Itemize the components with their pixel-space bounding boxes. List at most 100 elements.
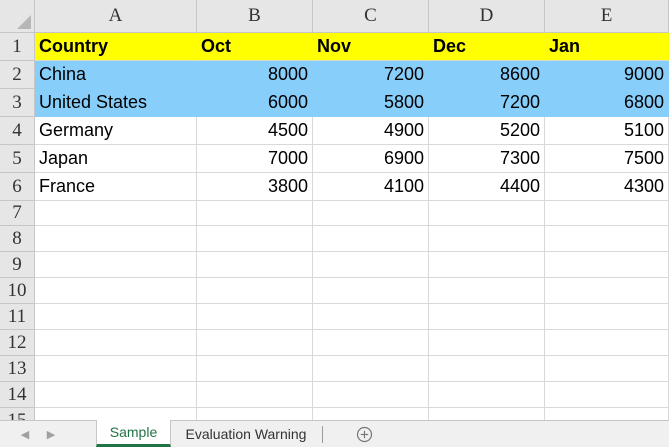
cell-c12[interactable]: [313, 330, 429, 356]
cell-c1[interactable]: Nov: [313, 33, 429, 61]
cell-e5[interactable]: 7500: [545, 145, 669, 173]
cell-d8[interactable]: [429, 226, 545, 252]
column-header-e[interactable]: E: [545, 0, 669, 33]
row-header-8[interactable]: 8: [0, 226, 35, 252]
row-header-11[interactable]: 11: [0, 304, 35, 330]
row-header-15[interactable]: 15: [0, 408, 35, 420]
cell-a14[interactable]: [35, 382, 197, 408]
cell-e13[interactable]: [545, 356, 669, 382]
cell-e6[interactable]: 4300: [545, 173, 669, 201]
cell-e9[interactable]: [545, 252, 669, 278]
row-header-6[interactable]: 6: [0, 173, 35, 201]
cell-c5[interactable]: 6900: [313, 145, 429, 173]
row-header-3[interactable]: 3: [0, 89, 35, 117]
cell-d13[interactable]: [429, 356, 545, 382]
cell-a5[interactable]: Japan: [35, 145, 197, 173]
cell-c6[interactable]: 4100: [313, 173, 429, 201]
cell-d2[interactable]: 8600: [429, 61, 545, 89]
cell-a1[interactable]: Country: [35, 33, 197, 61]
cell-d10[interactable]: [429, 278, 545, 304]
cell-d9[interactable]: [429, 252, 545, 278]
cell-d4[interactable]: 5200: [429, 117, 545, 145]
cell-b5[interactable]: 7000: [197, 145, 313, 173]
chevron-left-icon[interactable]: ◀: [18, 426, 32, 442]
select-all-button[interactable]: [0, 0, 35, 33]
column-header-b[interactable]: B: [197, 0, 313, 33]
cell-a4[interactable]: Germany: [35, 117, 197, 145]
cell-b7[interactable]: [197, 201, 313, 226]
cell-b9[interactable]: [197, 252, 313, 278]
cell-a7[interactable]: [35, 201, 197, 226]
row-header-14[interactable]: 14: [0, 382, 35, 408]
cell-a11[interactable]: [35, 304, 197, 330]
cell-c7[interactable]: [313, 201, 429, 226]
cell-b15[interactable]: [197, 408, 313, 420]
cell-d14[interactable]: [429, 382, 545, 408]
cell-a10[interactable]: [35, 278, 197, 304]
row-header-9[interactable]: 9: [0, 252, 35, 278]
cell-e11[interactable]: [545, 304, 669, 330]
cell-c14[interactable]: [313, 382, 429, 408]
cell-d12[interactable]: [429, 330, 545, 356]
cell-c15[interactable]: [313, 408, 429, 420]
cell-b14[interactable]: [197, 382, 313, 408]
cell-e10[interactable]: [545, 278, 669, 304]
cell-e4[interactable]: 5100: [545, 117, 669, 145]
cell-b6[interactable]: 3800: [197, 173, 313, 201]
cell-c2[interactable]: 7200: [313, 61, 429, 89]
cell-e12[interactable]: [545, 330, 669, 356]
row-header-4[interactable]: 4: [0, 117, 35, 145]
row-header-7[interactable]: 7: [0, 201, 35, 226]
cell-c3[interactable]: 5800: [313, 89, 429, 117]
tab-sample[interactable]: Sample: [96, 420, 171, 447]
cell-c4[interactable]: 4900: [313, 117, 429, 145]
row-header-12[interactable]: 12: [0, 330, 35, 356]
cell-b11[interactable]: [197, 304, 313, 330]
cell-b4[interactable]: 4500: [197, 117, 313, 145]
cell-d5[interactable]: 7300: [429, 145, 545, 173]
cell-a9[interactable]: [35, 252, 197, 278]
cell-a15[interactable]: [35, 408, 197, 420]
cell-e1[interactable]: Jan: [545, 33, 669, 61]
row-header-1[interactable]: 1: [0, 33, 35, 61]
cell-d11[interactable]: [429, 304, 545, 330]
cell-c9[interactable]: [313, 252, 429, 278]
tab-evaluation-warning[interactable]: Evaluation Warning: [172, 420, 320, 447]
cell-e2[interactable]: 9000: [545, 61, 669, 89]
cell-a13[interactable]: [35, 356, 197, 382]
cell-d15[interactable]: [429, 408, 545, 420]
cell-c10[interactable]: [313, 278, 429, 304]
cell-b13[interactable]: [197, 356, 313, 382]
row-header-10[interactable]: 10: [0, 278, 35, 304]
cell-b12[interactable]: [197, 330, 313, 356]
column-header-a[interactable]: A: [35, 0, 197, 33]
column-header-d[interactable]: D: [429, 0, 545, 33]
cell-c8[interactable]: [313, 226, 429, 252]
cell-a12[interactable]: [35, 330, 197, 356]
cell-b10[interactable]: [197, 278, 313, 304]
cell-e7[interactable]: [545, 201, 669, 226]
cell-a8[interactable]: [35, 226, 197, 252]
cell-e14[interactable]: [545, 382, 669, 408]
cell-b8[interactable]: [197, 226, 313, 252]
cell-d6[interactable]: 4400: [429, 173, 545, 201]
cell-a3[interactable]: United States: [35, 89, 197, 117]
plus-circle-icon[interactable]: [356, 426, 373, 443]
cell-b2[interactable]: 8000: [197, 61, 313, 89]
spreadsheet-grid[interactable]: A B C D E 1 2 3 4 5 6 7 8 9 10 11 12 13 14 15 Country Oct Nov D…: [0, 0, 669, 420]
cell-c13[interactable]: [313, 356, 429, 382]
column-header-c[interactable]: C: [313, 0, 429, 33]
chevron-right-icon[interactable]: ▶: [44, 426, 58, 442]
row-header-13[interactable]: 13: [0, 356, 35, 382]
cell-b3[interactable]: 6000: [197, 89, 313, 117]
cell-d7[interactable]: [429, 201, 545, 226]
row-header-5[interactable]: 5: [0, 145, 35, 173]
cell-a2[interactable]: China: [35, 61, 197, 89]
cell-d1[interactable]: Dec: [429, 33, 545, 61]
cell-c11[interactable]: [313, 304, 429, 330]
cell-d3[interactable]: 7200: [429, 89, 545, 117]
cell-e3[interactable]: 6800: [545, 89, 669, 117]
cell-b1[interactable]: Oct: [197, 33, 313, 61]
cell-e15[interactable]: [545, 408, 669, 420]
cell-e8[interactable]: [545, 226, 669, 252]
